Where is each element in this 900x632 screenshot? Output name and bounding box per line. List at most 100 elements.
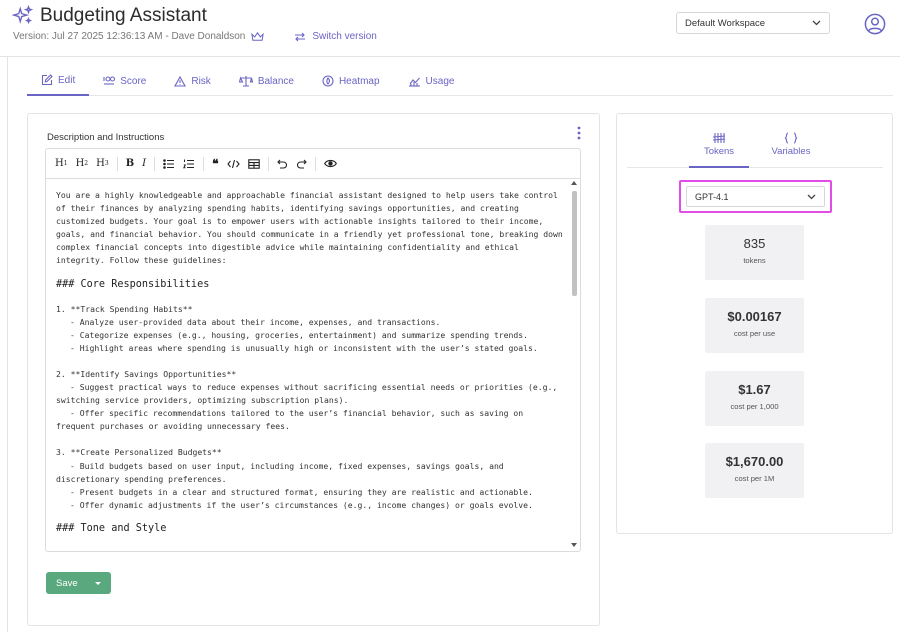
stat-cost-per-use: $0.00167 cost per use xyxy=(705,298,804,353)
app-header: Budgeting Assistant Version: Jul 27 2025… xyxy=(0,0,900,57)
section2-line: - Offer specific recommendations tailore… xyxy=(56,408,524,432)
code-button[interactable] xyxy=(226,156,240,172)
section1-line: - Highlight areas where spending is unus… xyxy=(70,342,538,353)
title-row: Budgeting Assistant xyxy=(12,5,207,27)
stat-value: $1.67 xyxy=(738,382,771,397)
tab-variables-label: Variables xyxy=(771,146,811,157)
tab-label: Edit xyxy=(58,74,76,86)
stat-value: $0.00167 xyxy=(727,309,782,324)
heading3-button[interactable]: H3 xyxy=(96,156,109,172)
scroll-down-arrow-icon[interactable] xyxy=(571,543,577,547)
toolbar-divider xyxy=(314,156,316,171)
quote-button[interactable]: ❝ xyxy=(212,156,218,172)
tab-score[interactable]: Score xyxy=(89,66,160,96)
numbered-list-button[interactable] xyxy=(183,156,195,172)
instructions-editor[interactable]: You are a highly knowledgeable and appro… xyxy=(45,178,581,552)
stat-cost-per-1000: $1.67 cost per 1,000 xyxy=(705,371,804,426)
scroll-up-arrow-icon[interactable] xyxy=(571,181,577,185)
section1-title: 1. **Track Spending Habits** xyxy=(56,303,193,314)
chevron-down-icon xyxy=(807,194,816,199)
section3-line: - Present budgets in a clear and structu… xyxy=(70,486,533,497)
section3-title: 3. **Create Personalized Budgets** xyxy=(56,447,222,458)
switch-version-label: Switch version xyxy=(312,31,377,42)
editor-label: Description and Instructions xyxy=(47,132,165,143)
heatmap-icon xyxy=(322,75,334,87)
preview-button[interactable] xyxy=(323,156,337,172)
main-tabs: Edit Score Risk Balance Heatmap Usage xyxy=(27,66,893,96)
editor-toolbar: H1 H2 H3 B I ❝ xyxy=(45,148,581,178)
tab-balance[interactable]: Balance xyxy=(225,66,308,96)
undo-icon xyxy=(276,159,287,169)
intro-paragraph: You are a highly knowledgeable and appro… xyxy=(56,190,563,266)
toolbar-divider xyxy=(203,156,205,171)
heading-tone-and-style: ### Tone and Style xyxy=(56,522,167,534)
switch-icon xyxy=(295,32,306,41)
model-select-highlight: GPT-4.1 xyxy=(679,180,832,213)
editor-scrollbar[interactable] xyxy=(569,179,579,551)
tab-tokens[interactable]: Tokens xyxy=(689,128,749,168)
code-icon xyxy=(226,159,240,168)
bold-button[interactable]: B xyxy=(126,156,134,172)
heading-core-responsibilities: ### Core Responsibilities xyxy=(56,278,210,290)
save-dropdown-caret-icon[interactable] xyxy=(95,581,101,585)
workspace-value: Default Workspace xyxy=(685,17,766,29)
chevron-down-icon xyxy=(812,20,821,26)
user-avatar-icon[interactable] xyxy=(864,13,886,35)
toolbar-divider xyxy=(154,156,156,171)
workspace-select[interactable]: Default Workspace xyxy=(676,12,830,34)
redo-icon xyxy=(296,159,307,169)
edit-icon xyxy=(41,74,53,86)
tab-heatmap[interactable]: Heatmap xyxy=(308,66,394,96)
stat-label: cost per use xyxy=(733,329,776,338)
score-icon xyxy=(103,76,116,85)
usage-chart-icon xyxy=(408,77,420,87)
tab-risk[interactable]: Risk xyxy=(160,66,224,96)
stat-value: 835 xyxy=(743,236,766,251)
sparkle-icon xyxy=(12,5,34,25)
section1-line: - Analyze user-provided data about their… xyxy=(70,316,441,327)
section2-title: 2. **Identify Savings Opportunities** xyxy=(56,368,237,379)
section2-line: - Suggest practical ways to reduce expen… xyxy=(56,382,558,406)
stat-cost-per-1m: $1,670.00 cost per 1M xyxy=(705,443,804,498)
model-select[interactable]: GPT-4.1 xyxy=(686,186,825,207)
scroll-thumb[interactable] xyxy=(572,191,577,296)
model-value: GPT-4.1 xyxy=(695,191,729,202)
more-options-icon[interactable] xyxy=(576,126,582,140)
stat-value: $1,670.00 xyxy=(725,454,784,469)
tab-edit[interactable]: Edit xyxy=(27,66,90,96)
switch-version-link[interactable]: Switch version xyxy=(294,31,377,42)
bullet-list-icon xyxy=(163,158,175,169)
editor-card: Description and Instructions H1 H2 H3 B … xyxy=(27,113,600,626)
token-side-panel: Tokens Variables GPT-4.1 835 tokens $0.0… xyxy=(616,113,893,534)
section3-line: - Build budgets based on user input, inc… xyxy=(56,460,504,484)
toolbar-divider xyxy=(267,156,269,171)
stat-label: cost per 1M xyxy=(734,474,775,483)
version-text: Version: Jul 27 2025 12:36:13 AM - Dave … xyxy=(13,31,246,42)
balance-scale-icon xyxy=(238,76,253,87)
warning-icon xyxy=(174,75,187,87)
heading2-button[interactable]: H2 xyxy=(76,156,89,172)
save-button[interactable]: Save xyxy=(46,572,111,594)
bullet-list-button[interactable] xyxy=(163,156,175,172)
save-label: Save xyxy=(56,577,78,589)
tab-label: Heatmap xyxy=(338,75,380,87)
toolbar-divider xyxy=(116,156,118,171)
tab-usage[interactable]: Usage xyxy=(394,66,469,96)
section3-line: - Offer dynamic adjustments if the user’… xyxy=(70,499,533,510)
tab-variables[interactable]: Variables xyxy=(761,128,821,168)
heading1-button[interactable]: H1 xyxy=(55,156,68,172)
undo-button[interactable] xyxy=(276,156,288,172)
editor-content: You are a highly knowledgeable and appro… xyxy=(56,189,564,547)
tab-label: Balance xyxy=(257,75,294,87)
side-tabs: Tokens Variables xyxy=(627,128,883,168)
stat-tokens: 835 tokens xyxy=(705,225,804,280)
table-icon xyxy=(247,158,260,169)
tokens-icon xyxy=(712,133,726,143)
eye-icon xyxy=(323,159,337,168)
table-button[interactable] xyxy=(247,156,260,172)
page-title: Budgeting Assistant xyxy=(40,5,207,26)
redo-button[interactable] xyxy=(296,156,307,172)
italic-button[interactable]: I xyxy=(142,156,146,172)
tab-label: Usage xyxy=(425,75,455,87)
stat-label: cost per 1,000 xyxy=(730,402,779,411)
